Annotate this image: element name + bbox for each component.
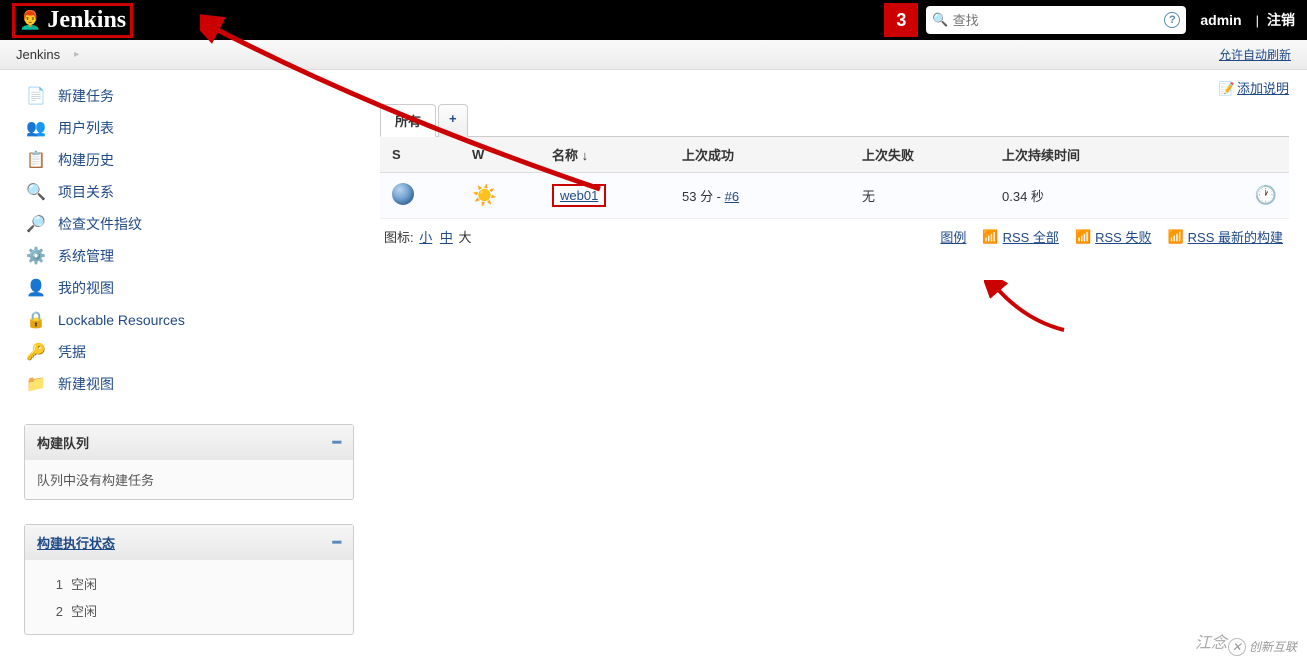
my-views-icon: 👤 [24, 278, 48, 298]
check-fingerprint-icon: 🔎 [24, 214, 48, 234]
jobs-table: S W 名称 ↓ 上次成功 上次失败 上次持续时间 ☀️ web01 53 分 … [380, 137, 1289, 219]
sidebar-item-people[interactable]: 👥 用户列表 [24, 112, 354, 144]
tab-all[interactable]: 所有 [380, 104, 436, 137]
breadcrumb-chevron-icon: ▸ [74, 49, 79, 60]
view-tabs: 所有 + [380, 103, 1289, 137]
build-queue-panel: 构建队列 ━ 队列中没有构建任务 [24, 424, 354, 500]
lockable-resources-icon: 🔒 [24, 310, 48, 330]
sidebar-item-my-views[interactable]: 👤 我的视图 [24, 272, 354, 304]
schedule-build-icon[interactable]: 🕐 [1255, 185, 1277, 205]
logo-text: Jenkins [47, 7, 126, 34]
sidebar-item-label[interactable]: 新建任务 [58, 86, 114, 106]
build-history-icon: 📋 [24, 150, 48, 170]
collapse-icon[interactable]: ━ [333, 534, 341, 551]
build-queue-title: 构建队列 [37, 433, 89, 452]
credentials-icon: 🔑 [24, 342, 48, 362]
sidebar-item-label[interactable]: 检查文件指纹 [58, 214, 142, 234]
last-failure-cell: 无 [850, 173, 990, 219]
new-item-icon: 📄 [24, 86, 48, 106]
job-name-link[interactable]: web01 [560, 188, 598, 203]
icon-size-large: 大 [459, 230, 472, 245]
new-view-icon: 📁 [24, 374, 48, 394]
search-input[interactable] [953, 13, 1159, 28]
sidebar-item-check-fingerprint[interactable]: 🔎 检查文件指纹 [24, 208, 354, 240]
enable-auto-refresh-link[interactable]: 允许自动刷新 [1219, 48, 1291, 62]
legend-link[interactable]: 图例 [940, 227, 966, 246]
build-executor-panel: 构建执行状态 ━ 1空闲2空闲 [24, 524, 354, 635]
icon-size-medium[interactable]: 中 [440, 230, 453, 245]
sidebar-item-label[interactable]: 我的视图 [58, 278, 114, 298]
watermark: ✕ 创新互联 [1228, 638, 1297, 655]
header-separator: | [1256, 13, 1259, 28]
search-icon: 🔍 [932, 12, 948, 28]
annotation-arrow-icon [984, 280, 1084, 340]
sidebar-item-label[interactable]: 用户列表 [58, 118, 114, 138]
edit-icon: 📝 [1219, 81, 1235, 96]
add-description-link[interactable]: 添加说明 [1237, 81, 1289, 96]
main-content: 📝添加说明 所有 + S W 名称 ↓ 上次成功 上次失败 上次持续时间 ☀️ … [370, 70, 1307, 655]
page-header: 👨‍🦰 Jenkins 3 🔍 ? admin | 注销 [0, 0, 1307, 40]
sidebar-item-label[interactable]: 项目关系 [58, 182, 114, 202]
manage-jenkins-icon: ⚙️ [24, 246, 48, 266]
icon-size-small[interactable]: 小 [419, 230, 432, 245]
breadcrumb-bar: Jenkins ▸ 允许自动刷新 [0, 40, 1307, 70]
sidebar-item-label[interactable]: 新建视图 [58, 374, 114, 394]
sidebar-item-build-history[interactable]: 📋 构建历史 [24, 144, 354, 176]
current-user-link[interactable]: admin [1200, 12, 1241, 28]
jenkins-logo-icon: 👨‍🦰 [19, 10, 41, 31]
col-weather[interactable]: W [460, 137, 540, 173]
executor-row: 2空闲 [37, 597, 341, 624]
col-status[interactable]: S [380, 137, 460, 173]
col-name[interactable]: 名称 ↓ [540, 137, 670, 173]
status-ball-icon[interactable] [392, 183, 414, 205]
sidebar-item-manage-jenkins[interactable]: ⚙️ 系统管理 [24, 240, 354, 272]
sidebar: 📄 新建任务 👥 用户列表 📋 构建历史 🔍 项目关系 🔎 检查文件指纹 ⚙️ 系统管理 👤 我的视图 🔒 L… [0, 70, 370, 655]
rss-icon: 📶 [982, 229, 998, 245]
sidebar-item-new-item[interactable]: 📄 新建任务 [24, 80, 354, 112]
rss-icon: 📶 [1167, 229, 1183, 245]
executor-row: 1空闲 [37, 570, 341, 597]
sidebar-item-label[interactable]: 构建历史 [58, 150, 114, 170]
last-duration-cell: 0.34 秒 [990, 173, 1229, 219]
help-icon[interactable]: ? [1164, 12, 1180, 28]
logo[interactable]: 👨‍🦰 Jenkins [12, 3, 133, 38]
watermark: 江念 [1195, 629, 1227, 653]
sidebar-item-label[interactable]: Lockable Resources [58, 312, 185, 328]
rss-failed-link[interactable]: RSS 失败 [1095, 227, 1151, 246]
rss-icon: 📶 [1075, 229, 1091, 245]
project-relationship-icon: 🔍 [24, 182, 48, 202]
sidebar-item-lockable-resources[interactable]: 🔒 Lockable Resources [24, 304, 354, 336]
breadcrumb-root[interactable]: Jenkins [16, 47, 60, 62]
rss-all-link[interactable]: RSS 全部 [1003, 227, 1059, 246]
people-icon: 👥 [24, 118, 48, 138]
build-queue-empty: 队列中没有构建任务 [25, 460, 353, 499]
sidebar-item-new-view[interactable]: 📁 新建视图 [24, 368, 354, 400]
col-last-failure[interactable]: 上次失败 [850, 137, 990, 173]
collapse-icon[interactable]: ━ [333, 434, 341, 451]
col-last-duration[interactable]: 上次持续时间 [990, 137, 1229, 173]
weather-sun-icon[interactable]: ☀️ [472, 185, 497, 207]
col-last-success[interactable]: 上次成功 [670, 137, 850, 173]
logout-link[interactable]: 注销 [1267, 10, 1295, 30]
search-box[interactable]: 🔍 ? [926, 6, 1186, 34]
sidebar-item-project-relationship[interactable]: 🔍 项目关系 [24, 176, 354, 208]
notification-badge[interactable]: 3 [884, 3, 918, 37]
table-row: ☀️ web01 53 分 - #6 无 0.34 秒 🕐 [380, 173, 1289, 219]
rss-latest-link[interactable]: RSS 最新的构建 [1188, 227, 1283, 246]
sidebar-item-credentials[interactable]: 🔑 凭据 [24, 336, 354, 368]
tab-new-view[interactable]: + [438, 104, 468, 137]
icon-size-label: 图标: [384, 230, 414, 245]
build-executor-title[interactable]: 构建执行状态 [37, 533, 115, 552]
last-success-cell: 53 分 - #6 [670, 173, 850, 219]
sidebar-item-label[interactable]: 系统管理 [58, 246, 114, 266]
build-number-link[interactable]: #6 [725, 189, 739, 204]
sidebar-item-label[interactable]: 凭据 [58, 342, 86, 362]
